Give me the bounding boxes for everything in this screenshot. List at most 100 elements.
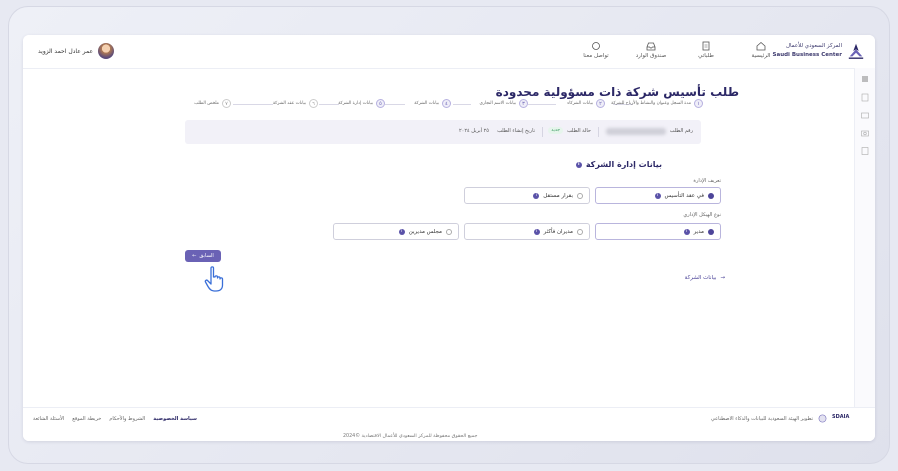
footer-link-faq[interactable]: الأسئلة الشائعة bbox=[33, 416, 64, 422]
logo-arabic: المركز السعودي للأعمال bbox=[785, 43, 842, 49]
section-title-text: بيانات إدارة الشركة bbox=[585, 160, 662, 169]
divider bbox=[542, 127, 543, 137]
section-title: بيانات إدارة الشركة i bbox=[575, 160, 662, 169]
option-label: في عقد التأسيس bbox=[664, 192, 704, 199]
logo-english: Saudi Business Center bbox=[772, 52, 842, 58]
sdaia-emblem-icon bbox=[818, 414, 827, 423]
nav-contact[interactable]: تواصل معنا bbox=[576, 41, 616, 59]
option-in-founding-contract[interactable]: في عقد التأسيس i bbox=[595, 187, 721, 204]
info-icon[interactable]: i bbox=[654, 192, 661, 199]
request-number-redacted bbox=[606, 128, 666, 135]
step-number: ١ bbox=[694, 99, 703, 108]
nav-label: طلباتي bbox=[698, 53, 714, 59]
previous-button-label: السابق bbox=[199, 253, 214, 259]
nav-inbox[interactable]: صندوق الوارد bbox=[631, 41, 671, 59]
status-label: حالة الطلب bbox=[567, 128, 591, 134]
app-window: المركز السعودي للأعمال Saudi Business Ce… bbox=[23, 35, 875, 441]
step-5[interactable]: ٥ بيانات إدارة الشركة bbox=[338, 99, 385, 108]
step-connector bbox=[453, 104, 471, 105]
option-manager[interactable]: مدير i bbox=[595, 223, 721, 240]
menu-icon[interactable] bbox=[860, 74, 870, 84]
radio-unselected bbox=[577, 228, 583, 235]
nav-label: تواصل معنا bbox=[583, 53, 609, 59]
radio-unselected bbox=[577, 192, 583, 199]
divider bbox=[598, 127, 599, 137]
nav-requests[interactable]: طلباتي bbox=[686, 41, 726, 59]
option-board-of-managers[interactable]: مجلس مديرين i bbox=[333, 223, 459, 240]
chat-icon bbox=[592, 42, 600, 50]
footer-links: سياسة الخصوصية الشروط والأحكام خريطة الم… bbox=[33, 416, 197, 422]
sbc-logo-icon bbox=[848, 43, 864, 59]
info-icon[interactable]: i bbox=[398, 228, 405, 235]
step-connector bbox=[233, 104, 273, 105]
created-date: ٢٥ أبريل ٢٠٢٤ bbox=[458, 128, 489, 134]
step-7[interactable]: ٧ ملخص الطلب bbox=[194, 99, 231, 108]
previous-button[interactable]: ← السابق bbox=[185, 250, 221, 262]
step-number: ٦ bbox=[309, 99, 318, 108]
request-number-label: رقم الطلب bbox=[669, 128, 693, 134]
step-connector bbox=[528, 104, 556, 105]
step-connector bbox=[319, 104, 339, 105]
info-icon[interactable]: i bbox=[533, 192, 540, 199]
step-number: ٤ bbox=[442, 99, 451, 108]
step-label: بيانات الشركة bbox=[414, 101, 439, 106]
home-icon bbox=[756, 41, 766, 51]
building-icon[interactable] bbox=[860, 92, 870, 102]
step-label: بيانات إدارة الشركة bbox=[338, 101, 373, 106]
step-number: ٣ bbox=[519, 99, 528, 108]
info-icon[interactable]: i bbox=[533, 228, 540, 235]
side-menu bbox=[854, 68, 875, 441]
option-label: مجلس مديرين bbox=[408, 228, 442, 235]
briefcase-icon[interactable] bbox=[860, 110, 870, 120]
avatar bbox=[98, 43, 115, 59]
option-label: مدير bbox=[693, 228, 704, 235]
step-label: مدة السجل وعنوان والنشاط والأرباح للشركة bbox=[611, 101, 691, 106]
nav-home[interactable]: الرئيسية bbox=[741, 41, 781, 59]
sdaia-logo: SDAIA bbox=[832, 414, 850, 420]
radio-selected bbox=[708, 192, 714, 199]
created-label: تاريخ إنشاء الطلب bbox=[497, 128, 535, 134]
footer-link-privacy[interactable]: سياسة الخصوصية bbox=[153, 416, 197, 422]
hand-cursor-icon bbox=[204, 266, 224, 292]
copyright: جميع الحقوق محفوظة للمركز السعودي للأعما… bbox=[343, 434, 478, 439]
next-step-label: بيانات الشركة bbox=[684, 275, 717, 281]
document-icon bbox=[702, 41, 710, 51]
status-badge: جديد bbox=[548, 127, 563, 134]
sdaia-text: تطوير الهيئة السعودية للبيانات والذكاء ا… bbox=[710, 415, 813, 422]
footer: سياسة الخصوصية الشروط والأحكام خريطة الم… bbox=[23, 407, 875, 441]
step-number: ٥ bbox=[376, 99, 385, 108]
info-icon[interactable]: i bbox=[683, 228, 690, 235]
request-info-bar: رقم الطلب حالة الطلب جديد تاريخ إنشاء ال… bbox=[185, 120, 701, 144]
step-4[interactable]: ٤ بيانات الشركة bbox=[414, 99, 451, 108]
progress-stepper: ١ مدة السجل وعنوان والنشاط والأرباح للشر… bbox=[173, 99, 703, 113]
radio-unselected bbox=[446, 228, 452, 235]
option-two-or-more-managers[interactable]: مديران فأكثر i bbox=[464, 223, 590, 240]
step-2[interactable]: ٢ بيانات الشركاء bbox=[567, 99, 605, 108]
logo[interactable]: المركز السعودي للأعمال Saudi Business Ce… bbox=[773, 42, 865, 60]
step-label: بيانات عقد الشركة bbox=[272, 101, 306, 106]
step-number: ٧ bbox=[222, 99, 231, 108]
top-bar: المركز السعودي للأعمال Saudi Business Ce… bbox=[23, 35, 875, 69]
arrow-right-icon: → bbox=[720, 275, 725, 281]
report-icon[interactable] bbox=[860, 146, 870, 156]
page-title: طلب تأسيس شركة ذات مسؤولية محدودة bbox=[495, 85, 739, 99]
nav-label: الرئيسية bbox=[751, 53, 771, 59]
main-nav: الرئيسية طلباتي صندوق الوارد تواصل معنا bbox=[576, 41, 781, 59]
camera-icon[interactable] bbox=[860, 128, 870, 138]
footer-link-terms[interactable]: الشروط والأحكام bbox=[109, 416, 145, 422]
info-icon[interactable]: i bbox=[575, 161, 582, 168]
radio-selected bbox=[708, 228, 714, 235]
structure-label: نوع الهيكل الإداري bbox=[683, 212, 721, 218]
step-3[interactable]: ٣ بيانات الاسم التجاري bbox=[479, 99, 528, 108]
next-step-link[interactable]: → بيانات الشركة bbox=[685, 275, 725, 281]
option-independent-decision[interactable]: بقرار مستقل i bbox=[464, 187, 590, 204]
step-1[interactable]: ١ مدة السجل وعنوان والنشاط والأرباح للشر… bbox=[611, 99, 703, 108]
user-menu[interactable]: عمر عادل احمد الزويد bbox=[38, 43, 115, 59]
step-6[interactable]: ٦ بيانات عقد الشركة bbox=[273, 99, 318, 108]
footer-link-sitemap[interactable]: خريطة الموقع bbox=[72, 416, 101, 422]
inbox-icon bbox=[646, 42, 656, 51]
sdaia-credit: SDAIA تطوير الهيئة السعودية للبيانات وال… bbox=[711, 414, 860, 423]
step-connector bbox=[385, 104, 405, 105]
option-label: مديران فأكثر bbox=[543, 228, 573, 235]
management-def-label: تعريف الإدارة bbox=[693, 178, 721, 184]
